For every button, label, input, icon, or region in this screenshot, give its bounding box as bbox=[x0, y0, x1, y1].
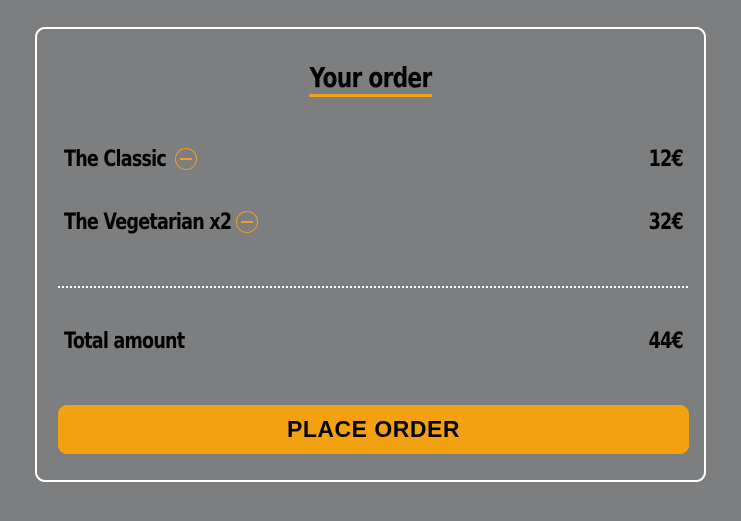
order-item-left: The Classic bbox=[64, 147, 197, 172]
order-title-text: Your order bbox=[309, 61, 432, 97]
order-item: The Vegetarian x2 32€ bbox=[64, 207, 684, 237]
minus-circle-icon bbox=[179, 158, 192, 160]
total-label: Total amount bbox=[64, 328, 185, 354]
remove-item-button[interactable] bbox=[174, 148, 197, 170]
order-title: Your order bbox=[110, 61, 630, 97]
total-row: Total amount 44€ bbox=[64, 325, 684, 357]
place-order-button[interactable]: PLACE ORDER bbox=[58, 405, 689, 454]
order-item-price: 32€ bbox=[648, 209, 684, 235]
order-card: Your order The Classic 12€ The Vegetaria… bbox=[35, 27, 706, 482]
total-value: 44€ bbox=[648, 328, 684, 354]
order-divider bbox=[58, 286, 688, 288]
order-item-name: The Classic bbox=[64, 146, 167, 172]
order-item-price: 12€ bbox=[648, 146, 684, 172]
order-item-name: The Vegetarian x2 bbox=[64, 209, 232, 235]
remove-item-button[interactable] bbox=[236, 211, 259, 233]
order-item-left: The Vegetarian x2 bbox=[64, 209, 259, 235]
minus-circle-icon bbox=[241, 221, 254, 223]
order-item: The Classic 12€ bbox=[64, 144, 684, 174]
